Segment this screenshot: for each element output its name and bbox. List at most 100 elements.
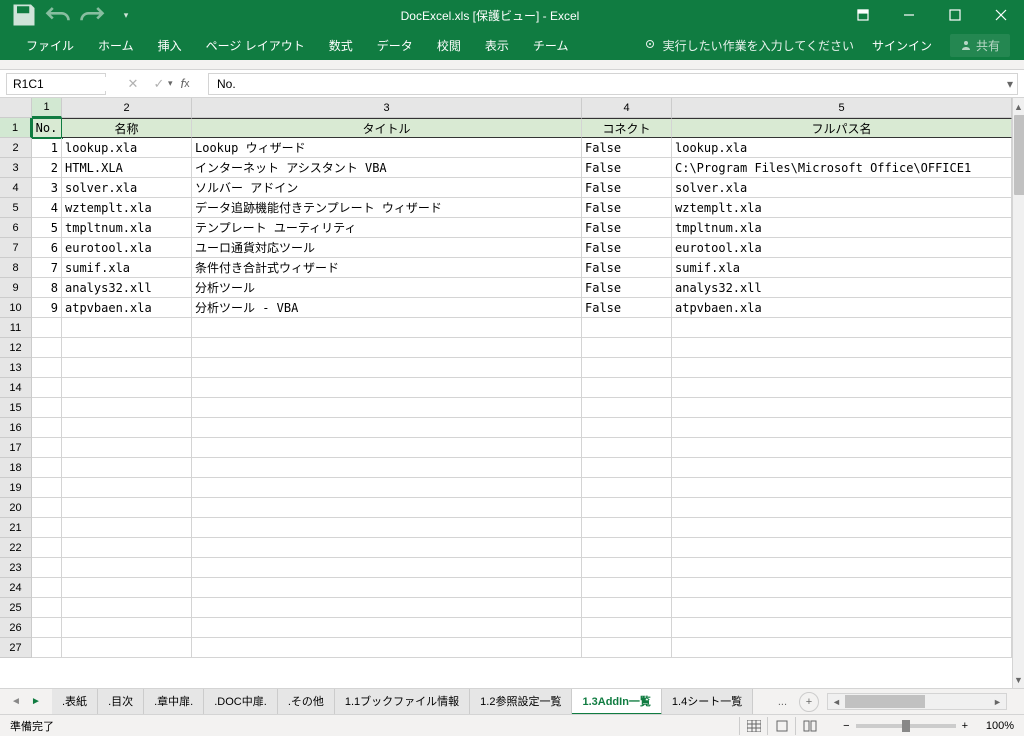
cell[interactable]: 6 xyxy=(32,238,62,258)
row-header[interactable]: 12 xyxy=(0,338,32,358)
cell[interactable]: インターネット アシスタント VBA xyxy=(192,158,582,178)
row-header[interactable]: 26 xyxy=(0,618,32,638)
column-header[interactable]: 5 xyxy=(672,98,1012,118)
cell[interactable]: wztemplt.xla xyxy=(62,198,192,218)
row-header[interactable]: 19 xyxy=(0,478,32,498)
cell[interactable] xyxy=(62,338,192,358)
scroll-right-icon[interactable]: ► xyxy=(989,694,1006,709)
share-button[interactable]: 共有 xyxy=(950,34,1010,57)
cell[interactable] xyxy=(672,518,1012,538)
cell[interactable]: False xyxy=(582,138,672,158)
row-header[interactable]: 14 xyxy=(0,378,32,398)
tab-nav-prev-icon[interactable]: ◄ xyxy=(8,694,24,710)
cell[interactable]: lookup.xla xyxy=(62,138,192,158)
cell[interactable] xyxy=(672,398,1012,418)
cell[interactable] xyxy=(672,558,1012,578)
cell[interactable] xyxy=(672,638,1012,658)
scroll-down-icon[interactable]: ▼ xyxy=(1013,671,1024,688)
row-header[interactable]: 23 xyxy=(0,558,32,578)
save-icon[interactable] xyxy=(10,1,38,29)
scroll-left-icon[interactable]: ◄ xyxy=(828,694,845,709)
cell[interactable] xyxy=(62,398,192,418)
cell[interactable] xyxy=(582,558,672,578)
ribbon-tab[interactable]: 表示 xyxy=(473,30,521,60)
cell[interactable] xyxy=(582,338,672,358)
ribbon-tab[interactable]: 校閲 xyxy=(425,30,473,60)
cell[interactable] xyxy=(32,638,62,658)
ribbon-display-options-icon[interactable] xyxy=(840,0,886,30)
cell[interactable] xyxy=(582,478,672,498)
row-header[interactable]: 21 xyxy=(0,518,32,538)
cell[interactable] xyxy=(62,578,192,598)
zoom-slider-thumb[interactable] xyxy=(902,720,910,732)
cancel-formula-icon[interactable]: ✕ xyxy=(120,73,146,95)
horizontal-scroll-thumb[interactable] xyxy=(845,695,925,708)
maximize-button[interactable] xyxy=(932,0,978,30)
ribbon-tab[interactable]: チーム xyxy=(521,30,581,60)
cell[interactable] xyxy=(32,618,62,638)
cell[interactable] xyxy=(582,598,672,618)
cell[interactable] xyxy=(192,358,582,378)
cell[interactable] xyxy=(62,478,192,498)
row-header[interactable]: 15 xyxy=(0,398,32,418)
cell[interactable] xyxy=(582,458,672,478)
minimize-button[interactable] xyxy=(886,0,932,30)
zoom-slider[interactable] xyxy=(856,724,956,728)
cell[interactable] xyxy=(62,458,192,478)
page-layout-view-icon[interactable] xyxy=(767,717,795,735)
sheet-tab[interactable]: .章中扉. xyxy=(144,689,204,715)
cell[interactable]: フルパス名 xyxy=(672,118,1012,138)
cell[interactable]: 2 xyxy=(32,158,62,178)
cell[interactable]: Lookup ウィザード xyxy=(192,138,582,158)
ribbon-tab[interactable]: ページ レイアウト xyxy=(194,30,317,60)
cell[interactable]: テンプレート ユーティリティ xyxy=(192,218,582,238)
ribbon-tab[interactable]: 数式 xyxy=(317,30,365,60)
cell[interactable] xyxy=(192,538,582,558)
sheet-tab[interactable]: .その他 xyxy=(278,689,335,715)
cell[interactable] xyxy=(192,378,582,398)
cell[interactable] xyxy=(672,438,1012,458)
cell[interactable]: analys32.xll xyxy=(672,278,1012,298)
cell[interactable] xyxy=(582,498,672,518)
expand-formula-bar-icon[interactable]: ▾ xyxy=(1003,77,1017,91)
cell[interactable] xyxy=(62,598,192,618)
cell[interactable]: ソルバー アドイン xyxy=(192,178,582,198)
cell[interactable] xyxy=(582,518,672,538)
row-header[interactable]: 2 xyxy=(0,138,32,158)
row-header[interactable]: 13 xyxy=(0,358,32,378)
cell[interactable] xyxy=(192,498,582,518)
cell[interactable] xyxy=(582,538,672,558)
cell[interactable]: 5 xyxy=(32,218,62,238)
ribbon-tab[interactable]: ファイル xyxy=(14,30,86,60)
insert-function-icon[interactable]: fx xyxy=(172,73,198,95)
cell[interactable] xyxy=(32,398,62,418)
cell[interactable]: wztemplt.xla xyxy=(672,198,1012,218)
cell[interactable]: C:\Program Files\Microsoft Office\OFFICE… xyxy=(672,158,1012,178)
cell[interactable] xyxy=(582,318,672,338)
cell[interactable] xyxy=(582,378,672,398)
row-header[interactable]: 11 xyxy=(0,318,32,338)
cell[interactable]: tmpltnum.xla xyxy=(672,218,1012,238)
cell[interactable]: False xyxy=(582,298,672,318)
cell[interactable] xyxy=(582,618,672,638)
zoom-out-button[interactable]: − xyxy=(843,720,849,732)
cell[interactable] xyxy=(192,398,582,418)
cell[interactable]: False xyxy=(582,158,672,178)
cell[interactable] xyxy=(672,378,1012,398)
cell[interactable] xyxy=(192,578,582,598)
tell-me-search[interactable]: 実行したい作業を入力してください xyxy=(645,37,854,54)
cell[interactable] xyxy=(582,438,672,458)
add-sheet-button[interactable]: + xyxy=(799,692,819,712)
column-header[interactable]: 1 xyxy=(32,98,62,118)
row-header[interactable]: 10 xyxy=(0,298,32,318)
cell[interactable]: lookup.xla xyxy=(672,138,1012,158)
cell[interactable] xyxy=(32,518,62,538)
cell[interactable] xyxy=(32,498,62,518)
cell[interactable] xyxy=(672,418,1012,438)
cell[interactable]: solver.xla xyxy=(672,178,1012,198)
cell[interactable] xyxy=(62,558,192,578)
cell[interactable]: No. xyxy=(32,118,62,138)
row-header[interactable]: 3 xyxy=(0,158,32,178)
select-all-corner[interactable] xyxy=(0,98,32,118)
cell[interactable] xyxy=(32,538,62,558)
